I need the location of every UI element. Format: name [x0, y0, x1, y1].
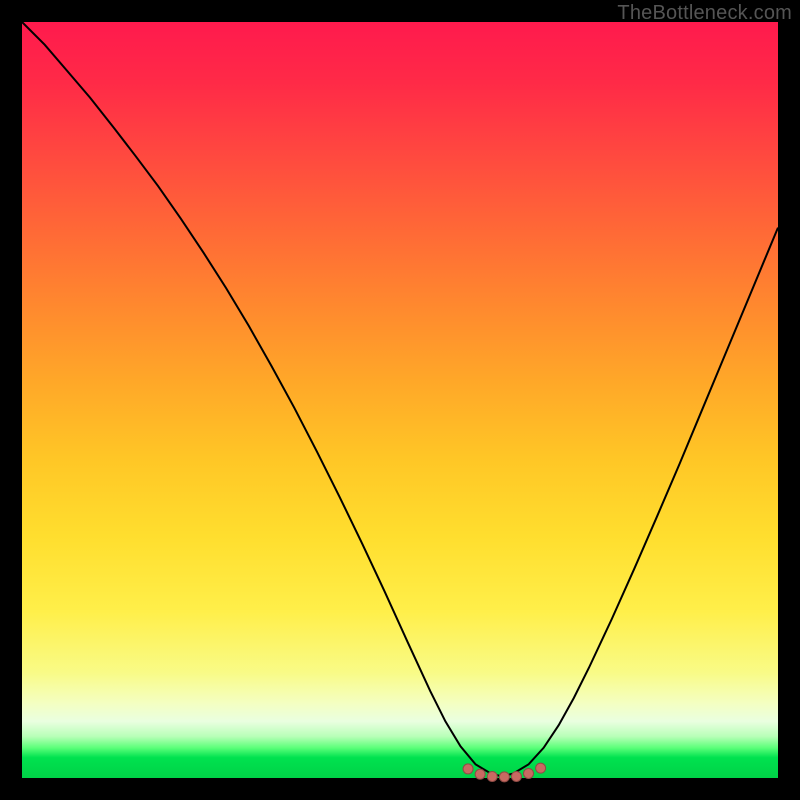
bottleneck-curve [22, 22, 778, 776]
trough-marker [499, 772, 509, 782]
chart-frame: TheBottleneck.com [0, 0, 800, 800]
trough-marker [511, 771, 521, 781]
watermark-text: TheBottleneck.com [617, 2, 792, 25]
trough-marker [487, 771, 497, 781]
trough-marker [463, 764, 473, 774]
trough-marker [536, 763, 546, 773]
trough-marker [475, 769, 485, 779]
curve-layer [22, 22, 778, 778]
trough-marker-group [463, 763, 546, 782]
trough-marker [524, 768, 534, 778]
